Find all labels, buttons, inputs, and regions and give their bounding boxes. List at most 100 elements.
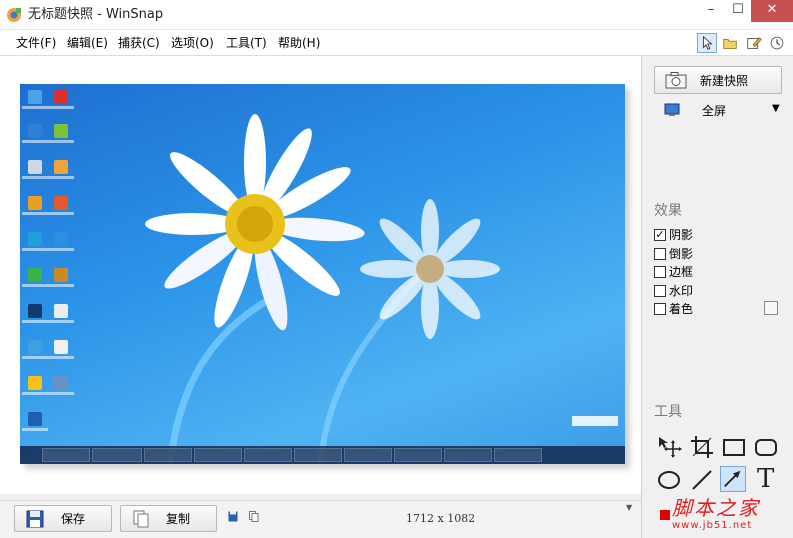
- chevron-down-icon[interactable]: ▼: [626, 503, 632, 512]
- effect-label: 倒影: [669, 247, 694, 261]
- desktop-icon-label: [48, 176, 74, 179]
- edit-icon: [747, 37, 762, 49]
- desktop-icon-label: [22, 356, 48, 359]
- desktop-icon: [54, 376, 68, 390]
- desktop-icon: [54, 160, 68, 174]
- bottom-toolbar: 保存 复制 1712 x 1082 ▼: [0, 500, 641, 538]
- effect-label: 边框: [669, 265, 694, 279]
- crop-tool-button[interactable]: [689, 434, 715, 460]
- minimize-button[interactable]: –: [696, 0, 726, 22]
- checkbox[interactable]: [654, 266, 666, 278]
- new-snapshot-label: 新建快照: [700, 74, 749, 88]
- save-as-icon[interactable]: [228, 511, 238, 522]
- checkbox[interactable]: [654, 248, 666, 260]
- taskbar-item: [194, 448, 242, 462]
- close-button[interactable]: ✕: [751, 0, 793, 22]
- desktop-icon: [28, 160, 42, 174]
- desktop-icon-label: [48, 140, 74, 143]
- effect-label: 着色: [669, 302, 694, 316]
- rounded-rectangle-tool-button[interactable]: [753, 434, 779, 460]
- desktop-notification: [572, 416, 618, 426]
- menu-capture[interactable]: 捕获(C): [118, 35, 160, 51]
- desktop-icon: [54, 196, 68, 210]
- copy-label: 复制: [166, 512, 191, 526]
- dropdown-arrow-icon: ▼: [772, 103, 780, 114]
- ellipse-tool-button[interactable]: [656, 467, 682, 493]
- menu-help[interactable]: 帮助(H): [278, 35, 320, 51]
- pointer-mode-button[interactable]: [697, 33, 717, 53]
- text-tool-button[interactable]: T: [753, 464, 779, 494]
- text-icon: T: [757, 464, 775, 494]
- ellipse-icon: [658, 471, 680, 489]
- rounded-rectangle-icon: [755, 439, 777, 456]
- clock-icon: [770, 36, 784, 50]
- desktop-icon: [54, 268, 68, 282]
- save-button[interactable]: 保存: [14, 505, 112, 532]
- title-bar: 无标题快照 - WinSnap – ☐ ✕: [0, 0, 793, 30]
- new-snapshot-button[interactable]: 新建快照: [654, 66, 782, 94]
- taskbar-item: [444, 448, 492, 462]
- desktop-icon: [28, 90, 42, 104]
- checkbox-checked[interactable]: ✓: [654, 229, 666, 241]
- desktop-icon: [54, 124, 68, 138]
- line-tool-button[interactable]: [689, 467, 715, 493]
- camera-icon: [665, 72, 687, 89]
- desktop-icon: [28, 340, 42, 354]
- cursor-icon: [702, 35, 713, 50]
- menu-file[interactable]: 文件(F): [16, 35, 56, 51]
- desktop-icon: [28, 232, 42, 246]
- captured-screenshot: [20, 84, 625, 464]
- copy-button[interactable]: 复制: [120, 505, 217, 532]
- menu-tools[interactable]: 工具(T): [226, 35, 267, 51]
- move-tool-button[interactable]: [656, 434, 682, 460]
- effect-label: 阴影: [669, 228, 694, 242]
- folder-icon: [723, 38, 737, 49]
- desktop-icon: [28, 196, 42, 210]
- capture-mode-value: 全屏: [702, 104, 727, 118]
- desktop-icon-label: [48, 106, 74, 109]
- desktop-icon-label: [22, 106, 48, 109]
- desktop-wallpaper: [145, 114, 500, 464]
- copy-small-icon[interactable]: [249, 511, 259, 522]
- arrow-tool-button[interactable]: [720, 466, 746, 492]
- taskbar-item: [394, 448, 442, 462]
- desktop-icon-label: [48, 392, 74, 395]
- maximize-button[interactable]: ☐: [723, 0, 753, 22]
- desktop-icon-label: [22, 284, 48, 287]
- line-color-swatch[interactable]: [660, 510, 670, 520]
- line-icon: [692, 470, 712, 490]
- desktop-icon: [28, 304, 42, 318]
- image-dimensions: 1712 x 1082: [406, 512, 476, 525]
- tools-title: 工具: [654, 404, 682, 420]
- site-watermark: 脚本之家: [672, 496, 760, 520]
- desktop-icon: [54, 304, 68, 318]
- checkbox[interactable]: [654, 303, 666, 315]
- folder-mode-button[interactable]: [720, 33, 740, 53]
- rectangle-icon: [723, 439, 745, 456]
- taskbar-item: [42, 448, 90, 462]
- crop-icon: [691, 436, 713, 458]
- desktop-icon: [28, 412, 42, 426]
- desktop-icon-label: [22, 140, 48, 143]
- desktop-icon-label: [22, 248, 48, 251]
- checkbox[interactable]: [654, 285, 666, 297]
- menu-options[interactable]: 选项(O): [171, 35, 214, 51]
- right-panel: 新建快照 全屏 ▼ 效果 ✓ 阴影 倒影 边框 水印 着色 工具 T 脚本之家 …: [641, 56, 793, 538]
- history-mode-button[interactable]: [767, 33, 787, 53]
- desktop-icon-label: [48, 212, 74, 215]
- copy-icon: [133, 510, 149, 528]
- menu-edit[interactable]: 编辑(E): [67, 35, 108, 51]
- tint-color-picker[interactable]: [764, 301, 778, 315]
- site-watermark-url: www.jb51.net: [672, 520, 753, 531]
- desktop-icon: [28, 124, 42, 138]
- taskbar-item: [244, 448, 292, 462]
- desktop-icon-label: [48, 320, 74, 323]
- edit-mode-button[interactable]: [744, 33, 764, 53]
- capture-mode-select[interactable]: 全屏 ▼: [654, 100, 782, 122]
- desktop-icon-label: [22, 428, 48, 431]
- screenshot-canvas[interactable]: [0, 56, 641, 494]
- window-title: 无标题快照 - WinSnap: [28, 7, 164, 22]
- rectangle-tool-button[interactable]: [721, 434, 747, 460]
- effects-title: 效果: [654, 203, 682, 219]
- desktop-icon-label: [48, 284, 74, 287]
